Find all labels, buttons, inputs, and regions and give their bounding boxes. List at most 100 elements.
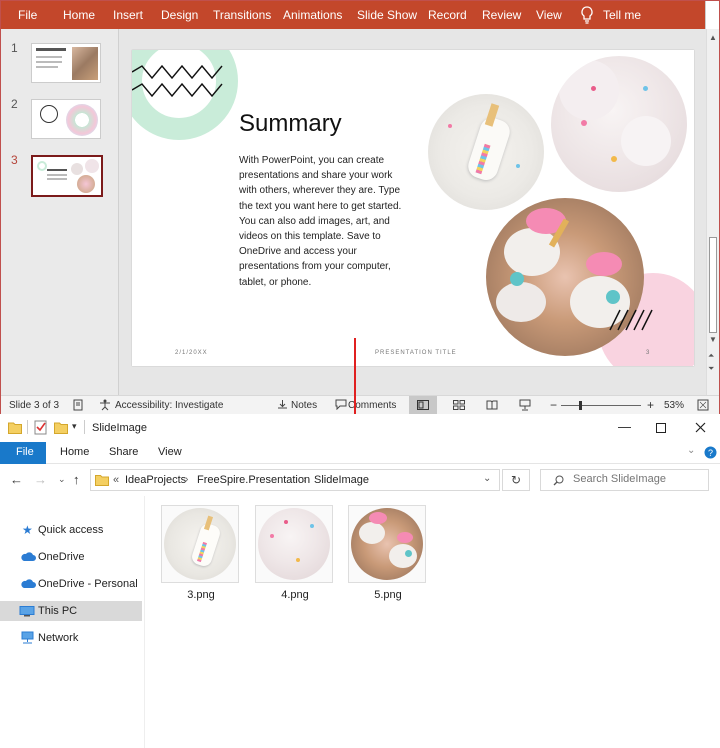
tab-view[interactable]: View [158, 446, 182, 458]
slide-footer-title: PRESENTATION TITLE [375, 350, 457, 356]
window-title: SlideImage [92, 422, 148, 434]
tab-file[interactable]: File [0, 442, 46, 464]
nav-this-pc-selected[interactable]: This PC [0, 601, 142, 621]
tab-file[interactable]: File [18, 8, 37, 22]
search-icon [553, 475, 564, 486]
folder-icon [95, 475, 109, 486]
tab-home[interactable]: Home [63, 8, 95, 22]
tab-share[interactable]: Share [109, 446, 138, 458]
image-thumbnail [348, 505, 426, 583]
file-tile[interactable]: 5.png [348, 505, 428, 601]
search-box[interactable] [540, 469, 709, 491]
tab-view[interactable]: View [536, 8, 562, 22]
slide-thumbnail-2[interactable] [31, 99, 101, 139]
notes-button[interactable]: Notes [291, 400, 317, 411]
address-dropdown-icon[interactable]: ⌄ [483, 473, 491, 484]
zoom-slider[interactable] [561, 405, 641, 406]
quick-access-toolbar-dropdown-icon[interactable]: ▾ [72, 421, 77, 432]
tab-home[interactable]: Home [60, 446, 89, 458]
network-icon [21, 631, 34, 644]
thumb-number: 3 [11, 153, 18, 167]
tab-review[interactable]: Review [482, 8, 521, 22]
minimize-button[interactable]: — [618, 419, 631, 434]
breadcrumb-ideaprojects[interactable]: IdeaProjects [125, 474, 186, 486]
file-name: 4.png [281, 589, 309, 601]
folder-icon [8, 422, 22, 434]
slide-footer-date: 2/1/20XX [175, 350, 208, 356]
tab-insert[interactable]: Insert [113, 8, 143, 22]
next-slide-icon[interactable]: ⏷ [708, 364, 714, 374]
window-edge [705, 1, 719, 29]
tab-record[interactable]: Record [428, 8, 467, 22]
image-thumbnail [161, 505, 239, 583]
nav-onedrive-personal[interactable]: OneDrive - Personal [18, 574, 142, 594]
back-arrow-icon[interactable]: ← [10, 472, 23, 487]
refresh-icon: ↻ [511, 473, 522, 487]
ribbon-tabs: File Home Insert Design Transitions Anim… [1, 1, 719, 29]
breadcrumb-freespire-presentation[interactable]: FreeSpire.Presentation [197, 474, 310, 486]
thumb-number: 1 [11, 41, 18, 55]
forward-arrow-icon[interactable]: → [34, 472, 47, 487]
image-thumbnail [255, 505, 333, 583]
search-input[interactable] [573, 473, 703, 485]
previous-slide-icon[interactable]: ⏶ [708, 351, 714, 361]
scroll-thumb[interactable] [709, 237, 717, 333]
fit-to-window-icon[interactable] [697, 399, 709, 414]
close-button[interactable] [695, 422, 706, 433]
tab-transitions[interactable]: Transitions [213, 8, 271, 22]
nav-quick-access[interactable]: ★ Quick access [18, 520, 142, 540]
star-icon: ★ [22, 523, 33, 537]
zoom-slider-thumb[interactable] [579, 401, 582, 410]
vertical-scrollbar[interactable]: ▲ ▼ ⏶ ⏷ [706, 29, 719, 395]
slide-canvas[interactable]: Summary With PowerPoint, you can create … [132, 50, 694, 366]
slideshow-icon[interactable] [519, 399, 531, 414]
slide-thumbnail-3-selected[interactable] [31, 155, 103, 197]
slide-body-text[interactable]: With PowerPoint, you can create presenta… [239, 153, 409, 290]
scroll-down-icon[interactable]: ▼ [709, 335, 717, 344]
slide-thumbnail-1[interactable] [31, 43, 101, 83]
nav-network[interactable]: Network [18, 628, 142, 648]
computer-icon [19, 606, 35, 617]
breadcrumb-separator-icon[interactable]: › [303, 474, 306, 485]
accessibility-icon[interactable] [99, 399, 111, 414]
zoom-in-button[interactable]: + [647, 398, 654, 412]
help-icon[interactable]: ? [704, 446, 717, 459]
refresh-button[interactable]: ↻ [502, 469, 530, 491]
slide-sorter-icon[interactable] [453, 400, 465, 413]
scroll-up-icon[interactable]: ▲ [709, 33, 717, 42]
comments-icon[interactable] [335, 399, 347, 413]
reading-view-icon[interactable] [486, 400, 498, 413]
address-bar[interactable]: « IdeaProjects › FreeSpire.Presentation … [90, 469, 500, 491]
new-folder-icon[interactable] [54, 421, 68, 434]
slide-image-3[interactable] [486, 198, 644, 356]
file-tile[interactable]: 4.png [255, 505, 335, 601]
tab-design[interactable]: Design [161, 8, 198, 22]
file-tile[interactable]: 3.png [161, 505, 241, 601]
ribbon-expand-icon[interactable]: ⌄ [687, 445, 695, 456]
breadcrumb-slideimage[interactable]: SlideImage [314, 474, 369, 486]
zoom-out-button[interactable]: − [550, 398, 557, 412]
breadcrumb-separator-icon[interactable]: › [185, 474, 188, 485]
accessibility-status[interactable]: Accessibility: Investigate [115, 400, 223, 411]
nav-onedrive[interactable]: OneDrive [18, 547, 142, 567]
slide-title[interactable]: Summary [239, 110, 342, 138]
breadcrumb-overflow[interactable]: « [113, 474, 119, 486]
navigation-pane: ★ Quick access OneDrive OneDrive - Perso… [0, 496, 145, 748]
file-name: 3.png [187, 589, 215, 601]
slide-thumbnail-pane: 1 2 3 [1, 29, 119, 395]
svg-text:?: ? [708, 448, 713, 458]
tell-me-search[interactable]: Tell me [603, 8, 641, 22]
slide-image-1[interactable] [428, 94, 544, 210]
slide-image-2[interactable] [551, 56, 687, 192]
zoom-level[interactable]: 53% [664, 400, 684, 411]
maximize-button[interactable] [656, 423, 666, 433]
file-explorer-window: ▾ SlideImage — File Home Share View ⌄ ? … [0, 414, 720, 748]
tab-animations[interactable]: Animations [283, 8, 342, 22]
recent-locations-icon[interactable]: ⌄ [58, 474, 66, 485]
up-arrow-icon[interactable]: ↑ [73, 472, 80, 487]
spellcheck-icon[interactable] [73, 399, 85, 414]
properties-icon[interactable] [34, 420, 48, 435]
tab-slide-show[interactable]: Slide Show [357, 8, 417, 22]
normal-view-button[interactable] [409, 396, 437, 415]
notes-icon[interactable] [277, 399, 288, 413]
